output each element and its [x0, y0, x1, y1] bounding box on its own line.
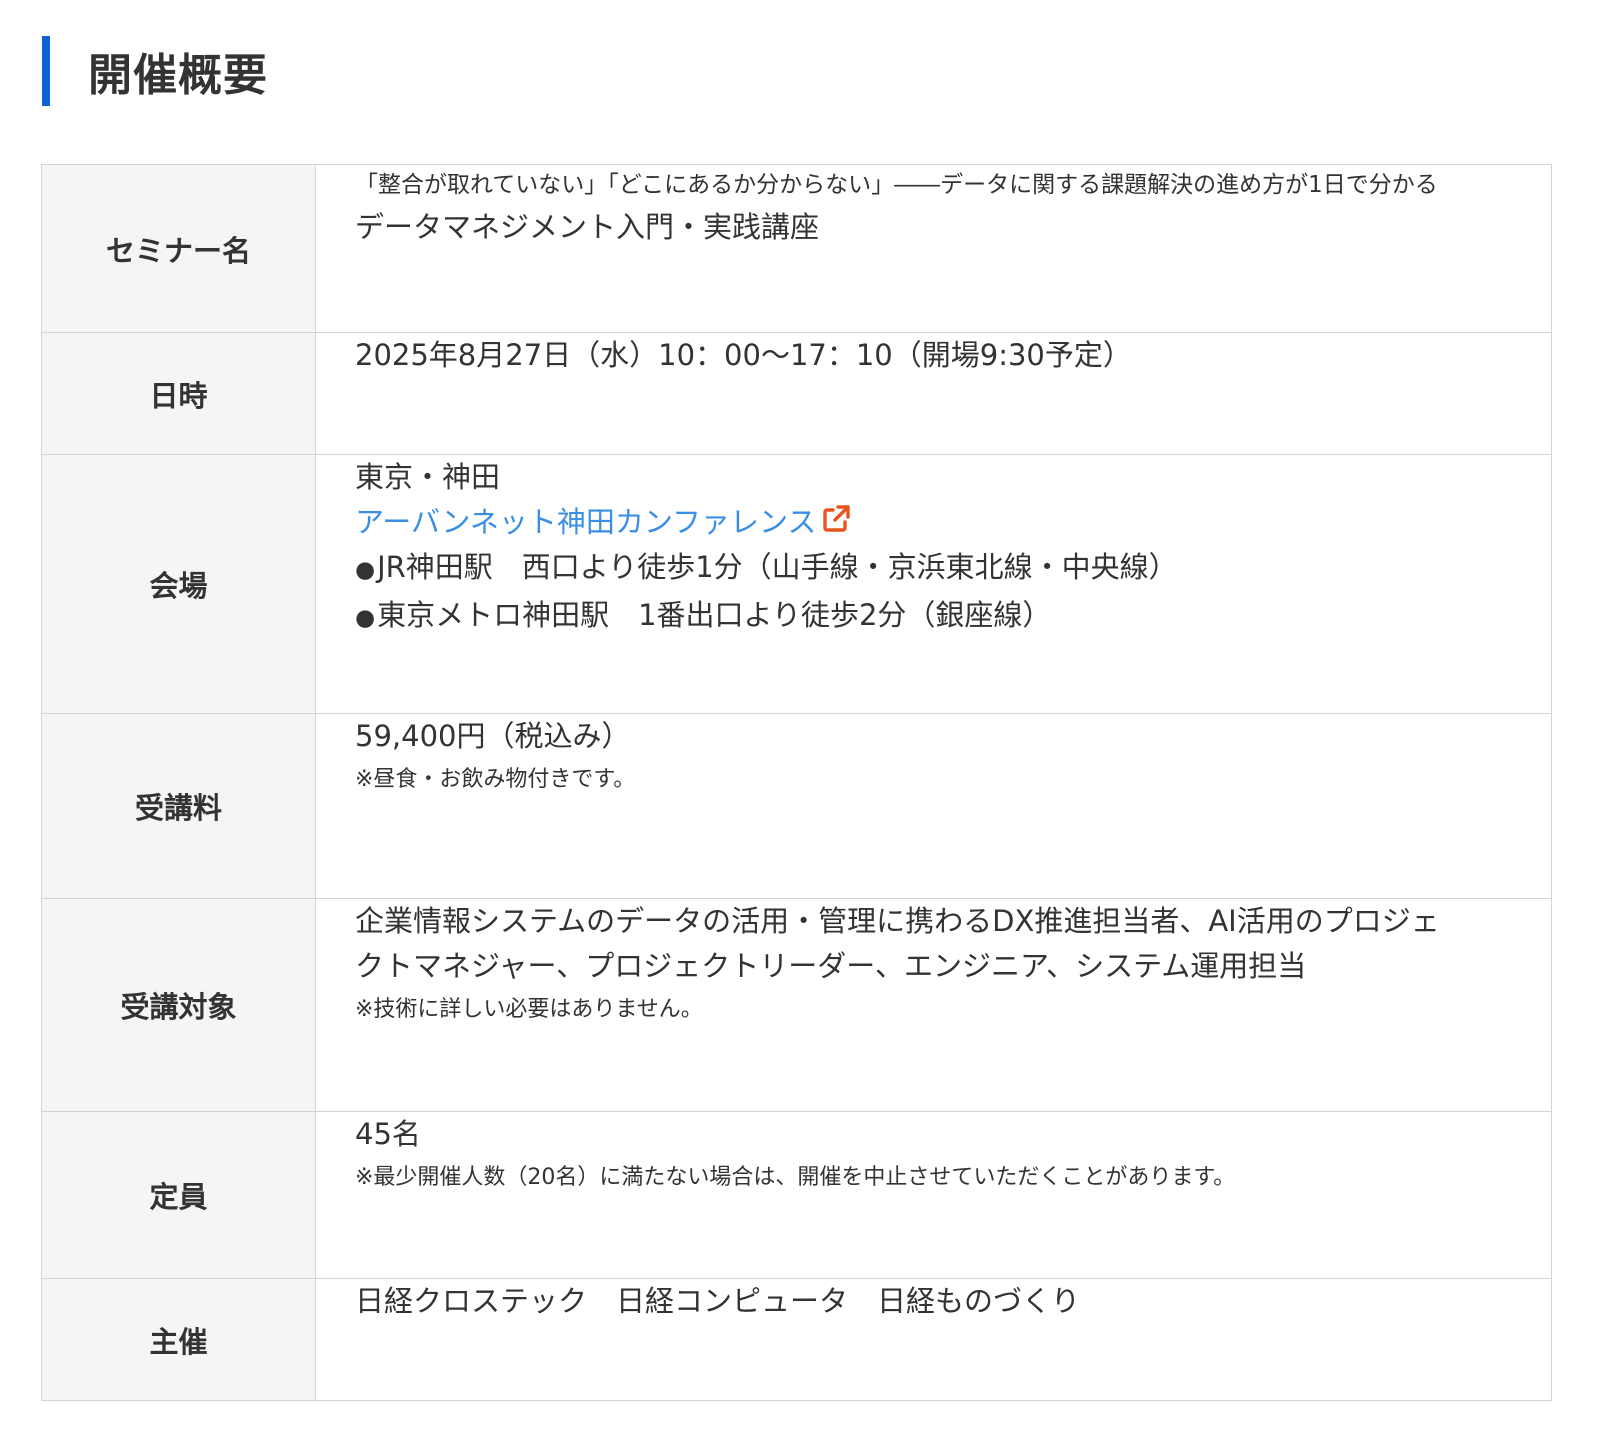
audience-line-2: クトマネジャー、プロジェクトリーダー、エンジニア、システム運用担当: [355, 949, 1307, 983]
table-row-fee: 受講料 59,400円（税込み） ※昼食・お飲み物付きです。: [41, 713, 1552, 899]
table-row-seminar: セミナー名 「整合が取れていない」「どこにあるか分からない」――データに関する課…: [41, 164, 1552, 333]
row-label-venue: 会場: [41, 454, 316, 714]
venue-access-item: ●JR神田駅 西口より徒歩1分（山手線・京浜東北線・中央線）: [355, 545, 1511, 593]
row-label-datetime: 日時: [41, 332, 316, 455]
venue-access-text: JR神田駅 西口より徒歩1分（山手線・京浜東北線・中央線）: [377, 550, 1178, 584]
heading-accent-bar: [42, 36, 50, 106]
row-label-audience: 受講対象: [41, 898, 316, 1112]
table-row-organizer: 主催 日経クロステック 日経コンピュータ 日経ものづくり: [41, 1278, 1552, 1401]
section-heading: 開催概要: [42, 36, 268, 106]
row-value-venue: 東京・神田 アーバンネット神田カンファレンス ●JR神田駅 西口より徒歩1分（山…: [315, 454, 1552, 714]
fee-note: ※昼食・お飲み物付きです。: [355, 767, 636, 792]
venue-access-item: ●東京メトロ神田駅 1番出口より徒歩2分（銀座線）: [355, 593, 1511, 641]
table-row-venue: 会場 東京・神田 アーバンネット神田カンファレンス ●JR神田駅 西口より徒歩1…: [41, 454, 1552, 714]
venue-link[interactable]: アーバンネット神田カンファレンス: [355, 500, 852, 545]
event-overview-table: セミナー名 「整合が取れていない」「どこにあるか分からない」――データに関する課…: [41, 164, 1552, 1401]
row-label-fee: 受講料: [41, 713, 316, 899]
row-value-audience: 企業情報システムのデータの活用・管理に携わるDX推進担当者、AI活用のプロジェ …: [315, 898, 1552, 1112]
organizer-value: 日経クロステック 日経コンピュータ 日経ものづくり: [355, 1284, 1081, 1318]
audience-line-1: 企業情報システムのデータの活用・管理に携わるDX推進担当者、AI活用のプロジェ: [355, 904, 1440, 938]
venue-access-text: 東京メトロ神田駅 1番出口より徒歩2分（銀座線）: [377, 598, 1052, 632]
page-title: 開催概要: [88, 50, 268, 101]
table-row-datetime: 日時 2025年8月27日（水）10：00～17：10（開場9:30予定）: [41, 332, 1552, 455]
fee-value: 59,400円（税込み）: [355, 719, 631, 753]
row-label-capacity: 定員: [41, 1111, 316, 1279]
row-value-fee: 59,400円（税込み） ※昼食・お飲み物付きです。: [315, 713, 1552, 899]
table-row-capacity: 定員 45名 ※最少開催人数（20名）に満たない場合は、開催を中止させていただく…: [41, 1111, 1552, 1279]
row-label-organizer: 主催: [41, 1278, 316, 1401]
row-label-seminar: セミナー名: [41, 164, 316, 333]
capacity-value: 45名: [355, 1117, 421, 1151]
venue-link-text: アーバンネット神田カンファレンス: [355, 505, 817, 539]
bullet-icon: ●: [355, 557, 376, 583]
row-value-datetime: 2025年8月27日（水）10：00～17：10（開場9:30予定）: [315, 332, 1552, 455]
row-value-organizer: 日経クロステック 日経コンピュータ 日経ものづくり: [315, 1278, 1552, 1401]
seminar-title: データマネジメント入門・実践講座: [355, 210, 820, 244]
capacity-note: ※最少開催人数（20名）に満たない場合は、開催を中止させていただくことがあります…: [355, 1165, 1236, 1190]
datetime-value: 2025年8月27日（水）10：00～17：10（開場9:30予定）: [355, 338, 1132, 372]
table-row-audience: 受講対象 企業情報システムのデータの活用・管理に携わるDX推進担当者、AI活用の…: [41, 898, 1552, 1112]
seminar-subtitle: 「整合が取れていない」「どこにあるか分からない」――データに関する課題解決の進め…: [355, 172, 1438, 198]
row-value-seminar: 「整合が取れていない」「どこにあるか分からない」――データに関する課題解決の進め…: [315, 164, 1552, 333]
external-link-icon: [823, 504, 851, 532]
venue-area: 東京・神田: [355, 460, 501, 494]
row-value-capacity: 45名 ※最少開催人数（20名）に満たない場合は、開催を中止させていただくことが…: [315, 1111, 1552, 1279]
audience-note: ※技術に詳しい必要はありません。: [355, 997, 703, 1022]
bullet-icon: ●: [355, 605, 376, 631]
